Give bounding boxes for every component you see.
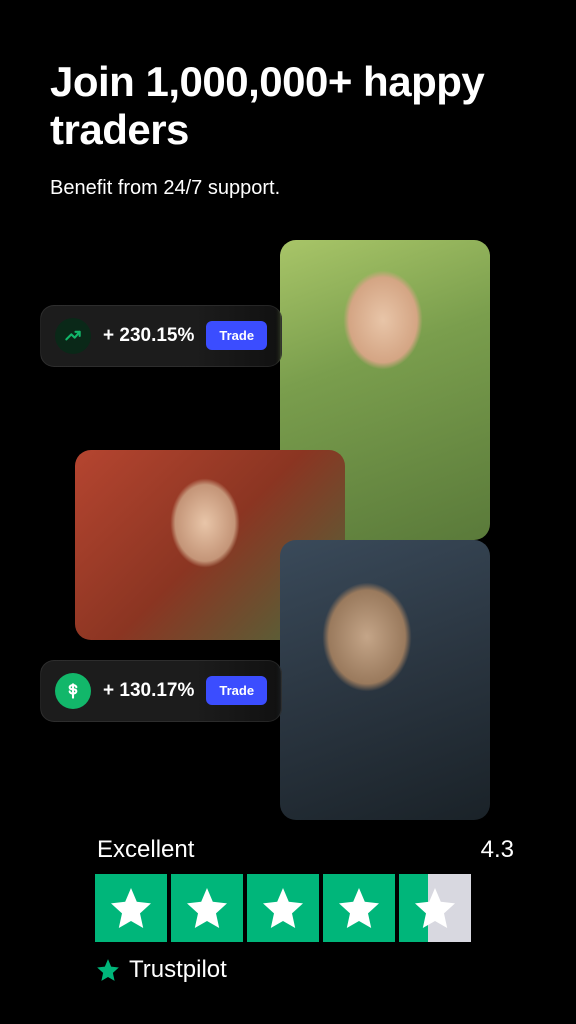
star-3-icon [247, 874, 319, 942]
star-1-icon [95, 874, 167, 942]
trade-button-1[interactable]: Trade [206, 321, 267, 350]
trustpilot-widget: Excellent 4.3 Trustpilot [95, 836, 516, 984]
star-2-icon [171, 874, 243, 942]
trend-up-icon [55, 318, 91, 354]
page-subheading: Benefit from 24/7 support. [0, 155, 576, 200]
trade-button-2[interactable]: Trade [206, 676, 267, 705]
trustpilot-brand-text: Trustpilot [129, 956, 227, 984]
dollar-icon [55, 673, 91, 709]
trustpilot-label: Excellent [97, 836, 194, 864]
stat-value-2: + 130.17% [103, 680, 194, 702]
trustpilot-brand: Trustpilot [95, 956, 516, 984]
stat-pill-2: + 130.17% Trade [40, 660, 282, 722]
page-heading: Join 1,000,000+ happy traders [0, 0, 576, 155]
trustpilot-score: 4.3 [481, 836, 514, 864]
stat-value-1: + 230.15% [103, 325, 194, 347]
trustpilot-stars [95, 874, 516, 942]
photo-collage: + 230.15% Trade + 130.17% Trade [0, 240, 576, 840]
trader-photo-3 [280, 540, 490, 820]
stat-pill-1: + 230.15% Trade [40, 305, 282, 367]
star-5-icon [399, 874, 471, 942]
trustpilot-logo-icon [95, 957, 121, 983]
star-4-icon [323, 874, 395, 942]
